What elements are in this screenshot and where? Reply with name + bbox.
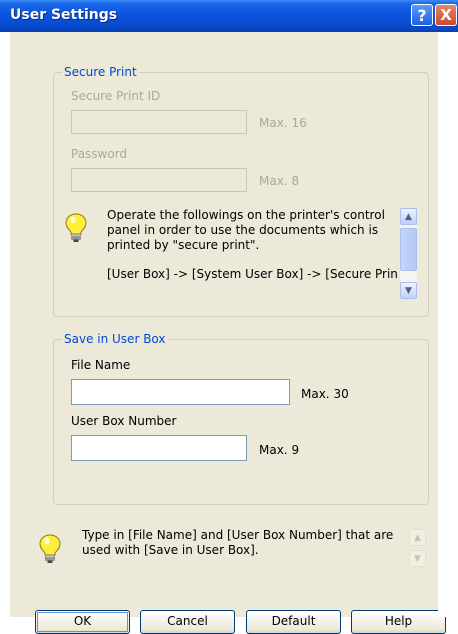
secure-print-id-field[interactable] [71,110,247,134]
scroll-up-icon[interactable]: ▲ [400,208,417,225]
password-input[interactable] [72,169,246,191]
scroll-down-icon[interactable]: ▼ [400,282,417,299]
secure-print-info-scrollbar[interactable]: ▲ ▼ [400,208,418,299]
hint-text: Type in [File Name] and [User Box Number… [82,528,394,557]
secure-print-info-path: [User Box] -> [System User Box] -> [Secu… [107,267,397,281]
file-name-label: File Name [71,358,131,372]
secure-print-id-label: Secure Print ID [71,89,161,103]
user-settings-dialog: User Settings ? X Secure Print Secure Pr… [0,0,458,634]
help-icon[interactable]: ? [411,4,433,26]
scroll-down-icon: ▼ [409,550,426,567]
secure-print-id-input[interactable] [72,111,246,133]
dialog-title: User Settings [10,7,118,23]
secure-print-group: Secure Print Secure Print ID Max. 16 Pas… [53,65,429,317]
title-bar[interactable]: User Settings ? X [0,0,458,32]
password-label: Password [71,147,128,161]
file-name-field[interactable] [71,379,290,405]
help-button[interactable]: Help [351,610,446,634]
scroll-up-icon: ▲ [409,529,426,546]
cancel-button[interactable]: Cancel [140,610,235,634]
save-in-user-box-group: Save in User Box File Name Max. 30 User … [53,332,429,505]
window-right-margin [438,32,458,617]
password-max: Max. 8 [259,174,300,188]
user-box-number-label: User Box Number [71,414,177,428]
secure-print-info-text: Operate the followings on the printer's … [107,208,385,252]
lightbulb-icon [39,534,61,563]
file-name-input[interactable] [72,380,289,404]
password-field[interactable] [71,168,247,192]
secure-print-id-max: Max. 16 [259,116,307,130]
close-icon[interactable]: X [435,4,457,26]
user-box-number-input[interactable] [72,436,246,460]
default-button[interactable]: Default [246,610,341,634]
user-box-number-max: Max. 9 [259,443,300,457]
save-in-user-box-legend: Save in User Box [62,332,168,346]
hint-scrollbar: ▲ ▼ [409,529,427,569]
lightbulb-icon [65,213,87,242]
scroll-thumb[interactable] [400,228,417,271]
secure-print-legend: Secure Print [62,65,139,79]
user-box-number-field[interactable] [71,435,247,461]
file-name-max: Max. 30 [301,387,349,401]
secure-print-info: Operate the followings on the printer's … [107,208,397,308]
ok-button[interactable]: OK [35,610,130,634]
dialog-body: Secure Print Secure Print ID Max. 16 Pas… [10,32,446,634]
